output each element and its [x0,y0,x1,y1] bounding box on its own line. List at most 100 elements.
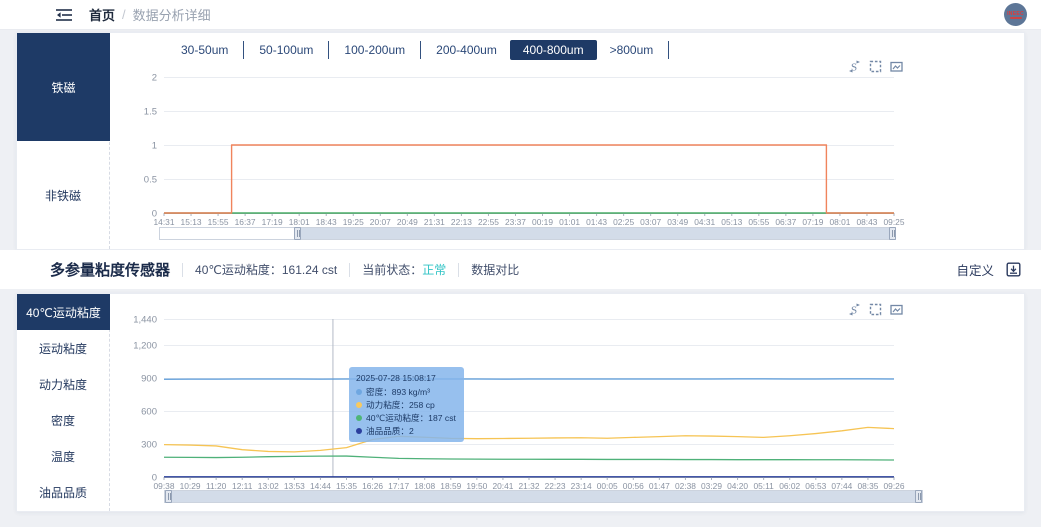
series-dot [356,389,362,396]
datazoom-left-handle[interactable] [165,490,172,503]
series-dot [356,402,362,409]
tooltip-row: 油品品质：2 [356,425,456,438]
svg-text:1.5: 1.5 [144,107,157,118]
svg-text:900: 900 [141,374,157,385]
svg-text:06:37: 06:37 [775,217,796,227]
size-range-tabs: 30-50um 50-100um 100-200um 200-400um 400-800… [168,39,671,61]
tab-separator [328,41,330,59]
ferromagnetic-panel: 铁磁 非铁磁 30-50um 50-100um 100-200um 200-400um 4… [16,32,1025,250]
svg-text:0.5: 0.5 [144,175,157,186]
svg-text:05:55: 05:55 [748,217,769,227]
svg-text:03:49: 03:49 [667,217,688,227]
svg-text:05:13: 05:13 [721,217,742,227]
sidebar-tab-active[interactable]: 40℃运动粘度 [17,294,110,331]
topbar: 首页 / 数据分析详细 INEEC [0,0,1041,30]
svg-text:08:01: 08:01 [829,217,850,227]
svg-text:2: 2 [152,73,157,84]
datazoom-selected-range[interactable] [167,491,920,502]
svg-text:15:55: 15:55 [208,217,229,227]
tooltip-row: 40℃运动粘度：187 cst [356,412,456,425]
restore-icon[interactable]: S [848,303,861,316]
svg-text:20:07: 20:07 [370,217,391,227]
status-badge: 正常 [422,263,447,277]
datazoom-right-handle[interactable] [915,490,922,503]
svg-text:1,200: 1,200 [133,341,157,352]
size-tab[interactable]: 50-100um [246,40,326,60]
chart1-toolbox: S [848,60,903,73]
ferromagnetic-chart[interactable]: 0 0.5 1 1.5 2 14:31 15:13 15:55 16:37 17:19 18:01 1… [110,67,1027,239]
svg-text:0: 0 [152,473,157,484]
svg-text:01:01: 01:01 [559,217,580,227]
tooltip-row: 密度：893 kg/m³ [356,386,456,399]
export-icon[interactable] [1006,262,1021,277]
sidebar-tab-item[interactable]: 油品品质 [17,475,109,511]
series-dot [356,428,362,434]
tooltip-row: 动力粘度：258 cp [356,399,456,412]
size-tab[interactable]: 30-50um [168,40,241,60]
divider [182,262,184,277]
save-image-icon[interactable] [890,60,903,73]
svg-text:00:19: 00:19 [532,217,553,227]
panel2-sidebar: 40℃运动粘度 运动粘度 动力粘度 密度 温度 油品品质 [17,294,110,511]
viscosity-panel: 40℃运动粘度 运动粘度 动力粘度 密度 温度 油品品质 S 0 300 600 900 1,20… [16,293,1025,512]
datazoom-select-icon[interactable] [869,303,882,316]
datazoom-select-icon[interactable] [869,60,882,73]
avatar[interactable]: INEEC [1004,3,1027,26]
tab-separator [668,41,670,59]
current-status: 当前状态：正常 [362,263,447,277]
sidebar-tab-item[interactable]: 非铁磁 [17,141,109,249]
svg-text:22:13: 22:13 [451,217,472,227]
svg-text:20:49: 20:49 [397,217,418,227]
datazoom-left-handle[interactable] [294,227,301,240]
viscosity-section-header: 多参量粘度传感器 40℃运动粘度：161.24 cst 当前状态：正常 数据对比… [0,250,1041,289]
svg-text:19:25: 19:25 [343,217,364,227]
panel1-content: 30-50um 50-100um 100-200um 200-400um 400-800… [110,33,1024,249]
svg-text:18:43: 18:43 [316,217,337,227]
svg-text:01:43: 01:43 [586,217,607,227]
svg-text:07:19: 07:19 [802,217,823,227]
data-compare-link[interactable]: 数据对比 [471,261,519,278]
breadcrumb-separator: / [122,7,126,22]
svg-text:03:07: 03:07 [640,217,661,227]
svg-text:02:25: 02:25 [613,217,634,227]
svg-text:17:19: 17:19 [262,217,283,227]
sidebar-tab-item[interactable]: 温度 [17,439,109,475]
datazoom-selected-range[interactable] [298,228,895,239]
collapse-menu-icon[interactable] [56,8,73,22]
customize-button[interactable]: 自定义 [956,260,994,279]
divider [349,262,351,277]
size-tab[interactable]: 200-400um [423,40,510,60]
divider [458,262,460,277]
svg-text:21:31: 21:31 [424,217,445,227]
chart1-datazoom-slider[interactable] [159,227,896,240]
svg-text:09:25: 09:25 [884,217,905,227]
tooltip-timestamp: 2025-07-28 15:08:17 [356,373,436,383]
metric-40c-viscosity: 40℃运动粘度：161.24 cst [195,263,338,277]
datazoom-right-handle[interactable] [889,227,896,240]
save-image-icon[interactable] [890,303,903,316]
svg-text:15:13: 15:13 [181,217,202,227]
svg-text:04:31: 04:31 [694,217,715,227]
breadcrumb-current: 数据分析详细 [132,8,211,23]
svg-text:08:43: 08:43 [856,217,877,227]
section-title: 多参量粘度传感器 [50,262,171,279]
sidebar-tab-item[interactable]: 运动粘度 [17,330,109,366]
svg-text:22:55: 22:55 [478,217,499,227]
svg-text:600: 600 [141,407,157,418]
breadcrumb-home[interactable]: 首页 [89,5,115,24]
restore-icon[interactable]: S [848,60,861,73]
svg-text:14:31: 14:31 [154,217,175,227]
viscosity-chart[interactable]: 03006009001,2001,44009:38 10:29 11:20 12:11… [110,310,1027,502]
size-tab-active[interactable]: 400-800um [509,40,597,60]
sidebar-tab-active[interactable]: 铁磁 [17,33,110,141]
sidebar-tab-item[interactable]: 动力粘度 [17,366,109,402]
svg-text:23:37: 23:37 [505,217,526,227]
chart-tooltip: 2025-07-28 15:08:17 密度：893 kg/m³ 动力粘度：258… [349,367,464,443]
svg-text:300: 300 [141,440,157,451]
panel1-sidebar: 铁磁 非铁磁 [17,33,110,249]
sidebar-tab-item[interactable]: 密度 [17,403,109,439]
size-tab[interactable]: >800um [597,40,667,60]
svg-text:16:37: 16:37 [235,217,256,227]
chart2-datazoom-slider[interactable] [164,490,923,503]
size-tab[interactable]: 100-200um [331,40,418,60]
